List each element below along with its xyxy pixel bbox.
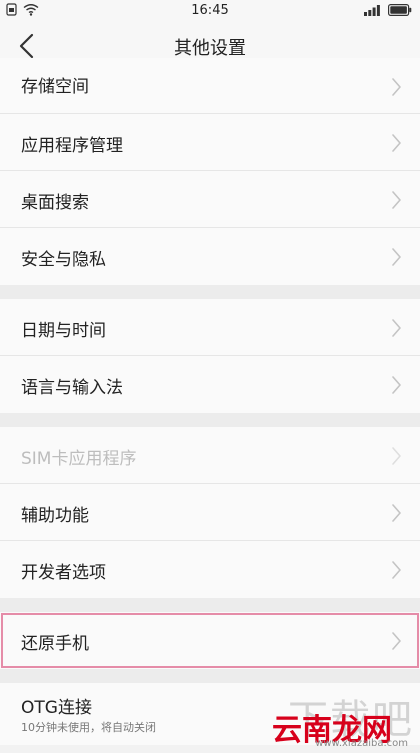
settings-list: 存储空间 应用程序管理 桌面搜索 安全与隐私 日期与时间 语言与输入法 SIM卡	[0, 58, 420, 745]
group-separator	[0, 598, 420, 612]
status-time: 16:45	[191, 3, 229, 18]
settings-item-label: 安全与隐私	[21, 250, 106, 270]
settings-group-4: 还原手机	[0, 612, 420, 669]
chevron-right-icon	[392, 447, 401, 465]
settings-item-app-management[interactable]: 应用程序管理	[0, 114, 420, 171]
chevron-right-icon	[392, 561, 401, 579]
settings-item-sublabel: 10分钟未使用，将自动关闭	[21, 721, 156, 734]
settings-item-label: 开发者选项	[21, 563, 106, 583]
settings-item-sim-apps: SIM卡应用程序	[0, 427, 420, 484]
settings-group-2: 日期与时间 语言与输入法	[0, 299, 420, 413]
watermark: 下载吧 云南龙网 www.xiazaiba.com	[264, 687, 414, 749]
settings-item-reset-phone[interactable]: 还原手机	[0, 612, 420, 669]
signal-icon	[364, 5, 380, 16]
chevron-right-icon	[392, 319, 401, 337]
chevron-right-icon	[392, 248, 401, 266]
chevron-right-icon	[392, 78, 401, 96]
settings-group-3: SIM卡应用程序 辅助功能 开发者选项	[0, 427, 420, 598]
settings-item-developer-options[interactable]: 开发者选项	[0, 541, 420, 598]
chevron-right-icon	[392, 134, 401, 152]
status-bar: 16:45	[0, 0, 420, 22]
settings-item-label: 桌面搜索	[21, 193, 89, 213]
settings-item-label: 应用程序管理	[21, 136, 123, 156]
battery-icon	[388, 4, 412, 16]
settings-item-label: 日期与时间	[21, 321, 106, 341]
group-separator	[0, 413, 420, 427]
status-right-icons	[364, 4, 412, 16]
chevron-right-icon	[392, 191, 401, 209]
settings-item-label: 辅助功能	[21, 506, 89, 526]
settings-item-label: 存储空间	[21, 77, 89, 97]
watermark-url-text: www.xiazaiba.com	[315, 738, 408, 749]
chevron-right-icon	[392, 376, 401, 394]
chevron-right-icon	[392, 632, 401, 650]
settings-item-label: OTG连接	[21, 698, 92, 718]
settings-item-language-input[interactable]: 语言与输入法	[0, 356, 420, 413]
settings-item-desktop-search[interactable]: 桌面搜索	[0, 171, 420, 228]
settings-item-security-privacy[interactable]: 安全与隐私	[0, 228, 420, 285]
settings-item-label: SIM卡应用程序	[21, 449, 137, 469]
settings-item-accessibility[interactable]: 辅助功能	[0, 484, 420, 541]
page-title: 其他设置	[174, 38, 246, 59]
group-separator	[0, 285, 420, 299]
settings-item-label: 语言与输入法	[21, 378, 123, 398]
settings-item-label: 还原手机	[21, 634, 89, 654]
settings-group-1: 存储空间 应用程序管理 桌面搜索 安全与隐私	[0, 58, 420, 285]
chevron-right-icon	[392, 504, 401, 522]
group-separator	[0, 669, 420, 683]
settings-item-storage[interactable]: 存储空间	[0, 58, 420, 114]
settings-item-date-time[interactable]: 日期与时间	[0, 299, 420, 356]
